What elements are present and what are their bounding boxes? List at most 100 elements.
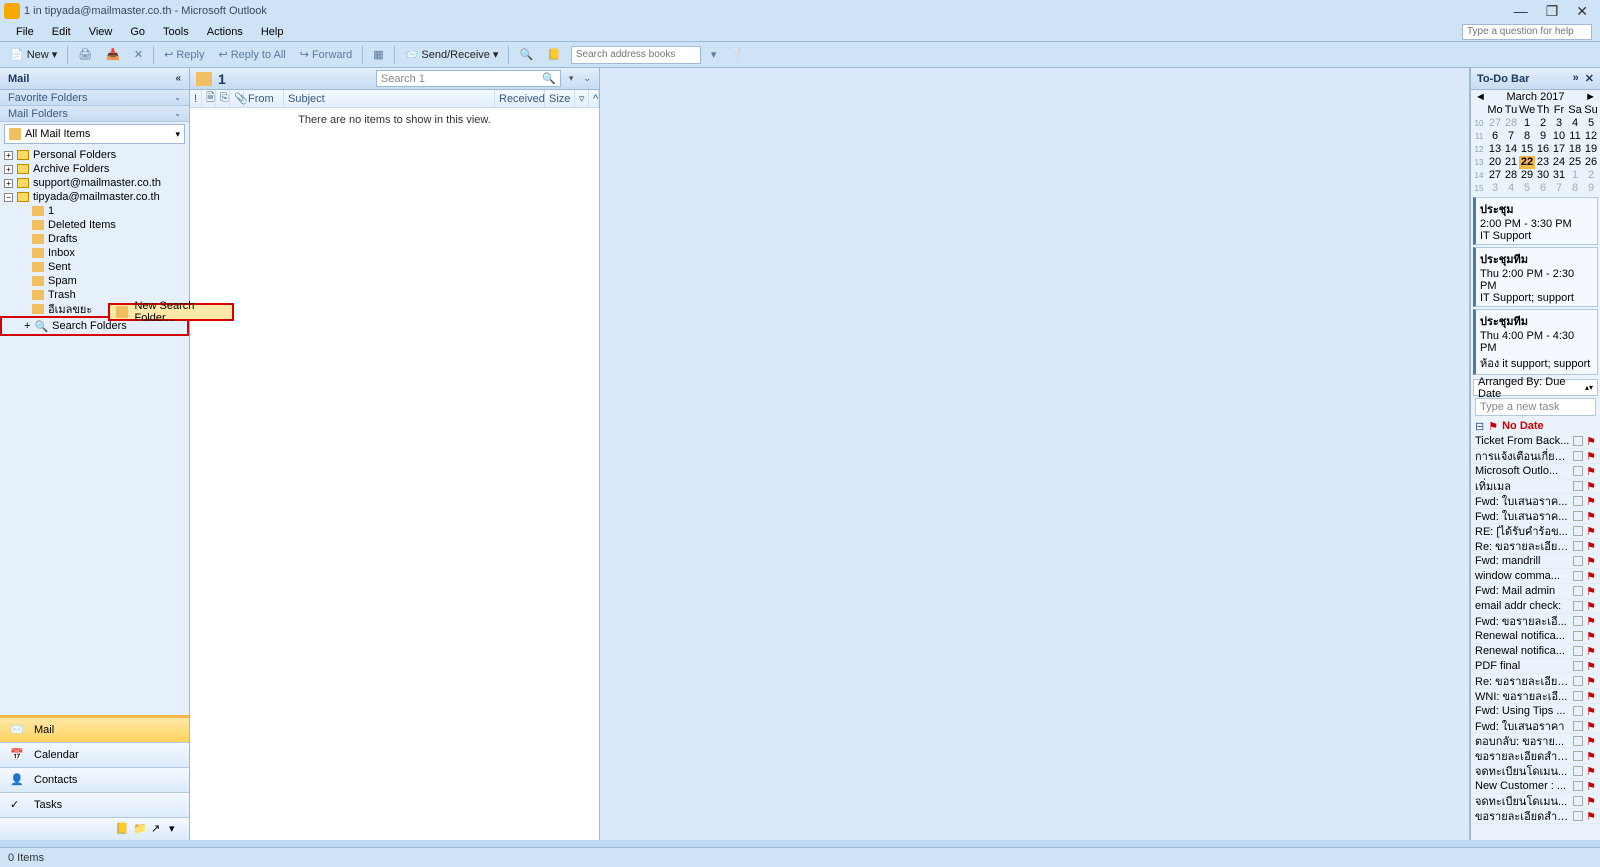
minimize-button[interactable]: — [1514,3,1528,20]
calendar-day[interactable]: 7 [1551,182,1567,195]
cal-next[interactable]: ► [1585,91,1596,103]
appointment[interactable]: ประชุมทีมThu 2:00 PM - 2:30 PMIT Support… [1473,247,1598,307]
calendar-day[interactable]: 10 [1551,130,1567,143]
calendar-day[interactable]: 31 [1551,169,1567,182]
tree-tipyada-account[interactable]: −tipyada@mailmaster.co.th [0,190,189,204]
calendar-day[interactable]: 28 [1503,169,1519,182]
tree-spam[interactable]: Spam [0,274,189,288]
appointment[interactable]: ประชุมทีมThu 4:00 PM - 4:30 PMห้อง it su… [1473,309,1598,375]
addressbook-button[interactable]: 📒 [543,47,565,62]
calendar-day[interactable]: 30 [1535,169,1551,182]
navbtn-mail[interactable]: ✉️Mail [0,718,189,743]
tree-drafts[interactable]: Drafts [0,232,189,246]
nav-collapse-icon[interactable]: « [175,73,181,84]
task-row[interactable]: Fwd: ขอรายละเอี...⚑ [1471,614,1600,629]
calendar-day[interactable]: 5 [1583,117,1599,130]
calendar-day[interactable]: 20 [1487,156,1503,169]
print-button[interactable]: 🖨 [74,47,96,62]
find-button[interactable]: 🔍 [515,47,537,62]
menu-actions[interactable]: Actions [199,24,251,40]
task-row[interactable]: window comma...⚑ [1471,569,1600,584]
configure-icon[interactable]: ▾ [169,822,183,836]
calendar-day[interactable]: 8 [1519,130,1535,143]
todo-collapse-icon[interactable]: » [1573,72,1579,85]
task-group-nodate[interactable]: ⊟⚑No Date [1471,418,1600,434]
reply-button[interactable]: ↩Reply [160,47,208,62]
navbtn-contacts[interactable]: 👤Contacts [0,768,189,793]
search-icon[interactable]: 🔍 [542,72,556,85]
col-icon[interactable]: ⎘ [216,90,230,107]
shortcuts-icon[interactable]: ↗ [151,822,165,836]
categorize-button[interactable]: ▦ [369,47,387,62]
menu-help[interactable]: Help [253,24,292,40]
calendar-day[interactable]: 18 [1567,143,1583,156]
calendar-day[interactable]: 17 [1551,143,1567,156]
calendar-day[interactable]: 21 [1503,156,1519,169]
new-task-input[interactable]: Type a new task [1475,398,1596,416]
calendar-day[interactable]: 5 [1519,182,1535,195]
calendar-day[interactable]: 3 [1551,117,1567,130]
calendar-day[interactable]: 4 [1503,182,1519,195]
task-row[interactable]: จดทะเบียนโดเมน...⚑ [1471,764,1600,779]
calendar-day[interactable]: 24 [1551,156,1567,169]
tree-inbox[interactable]: Inbox [0,246,189,260]
new-button[interactable]: 📄New ▾ [6,47,61,62]
calendar-day[interactable]: 14 [1503,143,1519,156]
delete-button[interactable]: ✕ [130,47,147,62]
col-from[interactable]: From [244,90,284,107]
task-row[interactable]: Renewal notifica...⚑ [1471,629,1600,644]
calendar-day[interactable]: 9 [1583,182,1599,195]
calendar-day[interactable]: 22 [1519,156,1535,169]
appointment[interactable]: ประชุม2:00 PM - 3:30 PMIT Support [1473,197,1598,245]
calendar-day[interactable]: 13 [1487,143,1503,156]
help-icon[interactable]: ❔ [726,47,748,62]
calendar-day[interactable]: 27 [1487,117,1503,130]
calendar-day[interactable]: 2 [1535,117,1551,130]
task-row[interactable]: Fwd: Mail admin⚑ [1471,584,1600,599]
search-dropdown[interactable]: ▾ [567,73,576,84]
menu-file[interactable]: File [8,24,42,40]
search-addressbooks-input[interactable] [571,46,701,64]
calendar-day[interactable]: 6 [1535,182,1551,195]
todo-close-icon[interactable]: ✕ [1585,72,1594,85]
calendar-day[interactable]: 19 [1583,143,1599,156]
task-row[interactable]: ขอรายละเอียดสำห...⚑ [1471,809,1600,824]
navbtn-tasks[interactable]: ✓Tasks [0,793,189,818]
calendar-day[interactable]: 7 [1503,130,1519,143]
calendar-day[interactable]: 1 [1519,117,1535,130]
col-scroll[interactable]: ^ [589,90,599,107]
task-row[interactable]: Renewal notifica...⚑ [1471,644,1600,659]
calendar-day[interactable]: 11 [1567,130,1583,143]
col-importance[interactable]: ! [190,90,202,107]
all-mail-items-dropdown[interactable]: All Mail Items▾ [4,124,185,144]
calendar-day[interactable]: 16 [1535,143,1551,156]
menu-tools[interactable]: Tools [155,24,197,40]
move-button[interactable]: 📥 [102,47,124,62]
toolbar-dd[interactable]: ▾ [707,47,721,62]
calendar-day[interactable]: 3 [1487,182,1503,195]
task-row[interactable]: Re: ขอรายละเอียด...⚑ [1471,539,1600,554]
close-button[interactable]: ✕ [1576,3,1588,20]
calendar-day[interactable]: 28 [1503,117,1519,130]
help-search-input[interactable] [1462,24,1592,40]
reply-all-button[interactable]: ↩Reply to All [214,47,289,62]
cal-prev[interactable]: ◄ [1475,91,1486,103]
maximize-button[interactable]: ❐ [1546,3,1559,20]
arranged-by[interactable]: Arranged By: Due Date▴▾ [1473,379,1598,396]
context-menu-new-search-folder[interactable]: New Search Folder... [108,303,234,321]
col-size[interactable]: Size [545,90,575,107]
col-received[interactable]: Received [495,90,545,107]
calendar-day[interactable]: 12 [1583,130,1599,143]
calendar-day[interactable]: 8 [1567,182,1583,195]
notes-icon[interactable]: 📒 [115,822,129,836]
mail-folders-header[interactable]: Mail Folders⌄ [0,106,189,122]
task-row[interactable]: Fwd: mandrill⚑ [1471,554,1600,569]
calendar-day[interactable]: 23 [1535,156,1551,169]
tree-support-account[interactable]: +support@mailmaster.co.th [0,176,189,190]
menu-view[interactable]: View [81,24,121,40]
tree-archive-folders[interactable]: +Archive Folders [0,162,189,176]
col-subject[interactable]: Subject [284,90,495,107]
menu-edit[interactable]: Edit [44,24,79,40]
search-expand[interactable]: ⌄ [581,73,593,84]
forward-button[interactable]: ↪Forward [296,47,357,62]
